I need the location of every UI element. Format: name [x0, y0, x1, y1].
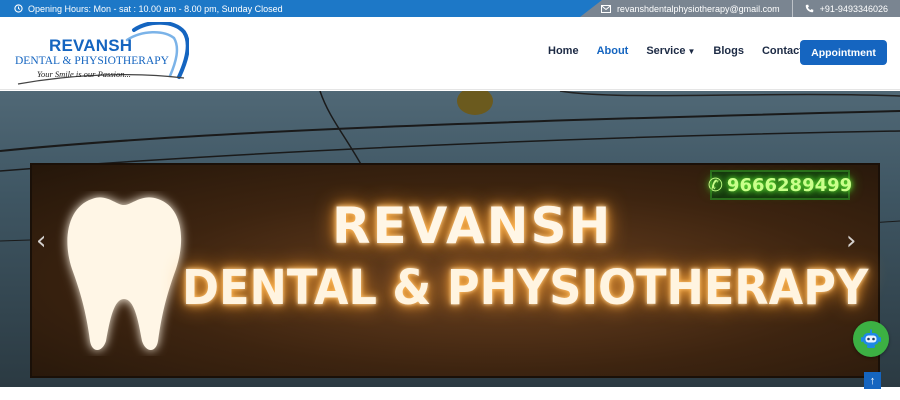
opening-hours: Opening Hours: Mon - sat : 10.00 am - 8.… [14, 0, 283, 17]
chat-robot-icon [861, 329, 881, 348]
contact-strip: revanshdentalphysiotherapy@gmail.com +91… [580, 0, 900, 17]
logo-title: REVANSH [49, 36, 133, 55]
nav-home[interactable]: Home [548, 45, 579, 57]
slider-next-icon[interactable]: › [846, 226, 856, 256]
opening-hours-text: Opening Hours: Mon - sat : 10.00 am - 8.… [28, 3, 283, 14]
clinic-signboard: ✆ 9666289499 REVANSH DENTAL & PHYSIOTHER… [30, 163, 880, 378]
phone-circle-icon: ✆ [707, 174, 723, 196]
tooth-sign-icon [67, 197, 182, 350]
slider-prev-icon[interactable]: ‹ [36, 226, 46, 256]
mail-icon [600, 4, 611, 13]
top-info-bar: Opening Hours: Mon - sat : 10.00 am - 8.… [0, 0, 900, 17]
nav-contact[interactable]: Contact [762, 45, 803, 57]
phone-icon [805, 4, 813, 13]
email-link[interactable]: revanshdentalphysiotherapy@gmail.com [589, 0, 792, 17]
clock-icon [14, 4, 23, 13]
logo-tagline: Your Smile is our Passion... [37, 69, 131, 79]
phone-text: +91-9493346026 [819, 3, 888, 14]
site-header: REVANSH DENTAL & PHYSIOTHERAPY Your Smil… [0, 17, 900, 90]
sign-phone-number: 9666289499 [726, 174, 853, 196]
site-logo[interactable]: REVANSH DENTAL & PHYSIOTHERAPY Your Smil… [14, 22, 189, 86]
nav-service[interactable]: Service ▼ [646, 45, 695, 57]
sign-title: REVANSH [332, 197, 613, 255]
main-nav: Home About Service ▼ Blogs Contact [548, 45, 821, 57]
nav-service-label: Service [646, 45, 686, 57]
hero-slider: ✆ 9666289499 REVANSH DENTAL & PHYSIOTHER… [0, 91, 900, 387]
nav-about[interactable]: About [597, 45, 629, 57]
chat-widget-button[interactable] [853, 321, 889, 357]
appointment-button[interactable]: Appointment [800, 40, 887, 65]
sign-phone-badge: ✆ 9666289499 [707, 170, 853, 200]
sign-subtitle: DENTAL & PHYSIOTHERAPY [182, 260, 869, 316]
logo-subtitle: DENTAL & PHYSIOTHERAPY [15, 55, 169, 67]
phone-link[interactable]: +91-9493346026 [793, 0, 900, 17]
email-text: revanshdentalphysiotherapy@gmail.com [616, 3, 780, 14]
below-hero-strip [0, 387, 900, 400]
caret-down-icon: ▼ [687, 47, 696, 56]
scroll-top-button[interactable]: ↑ [864, 372, 881, 389]
arrow-up-icon: ↑ [869, 374, 876, 387]
nav-blogs[interactable]: Blogs [713, 45, 744, 57]
